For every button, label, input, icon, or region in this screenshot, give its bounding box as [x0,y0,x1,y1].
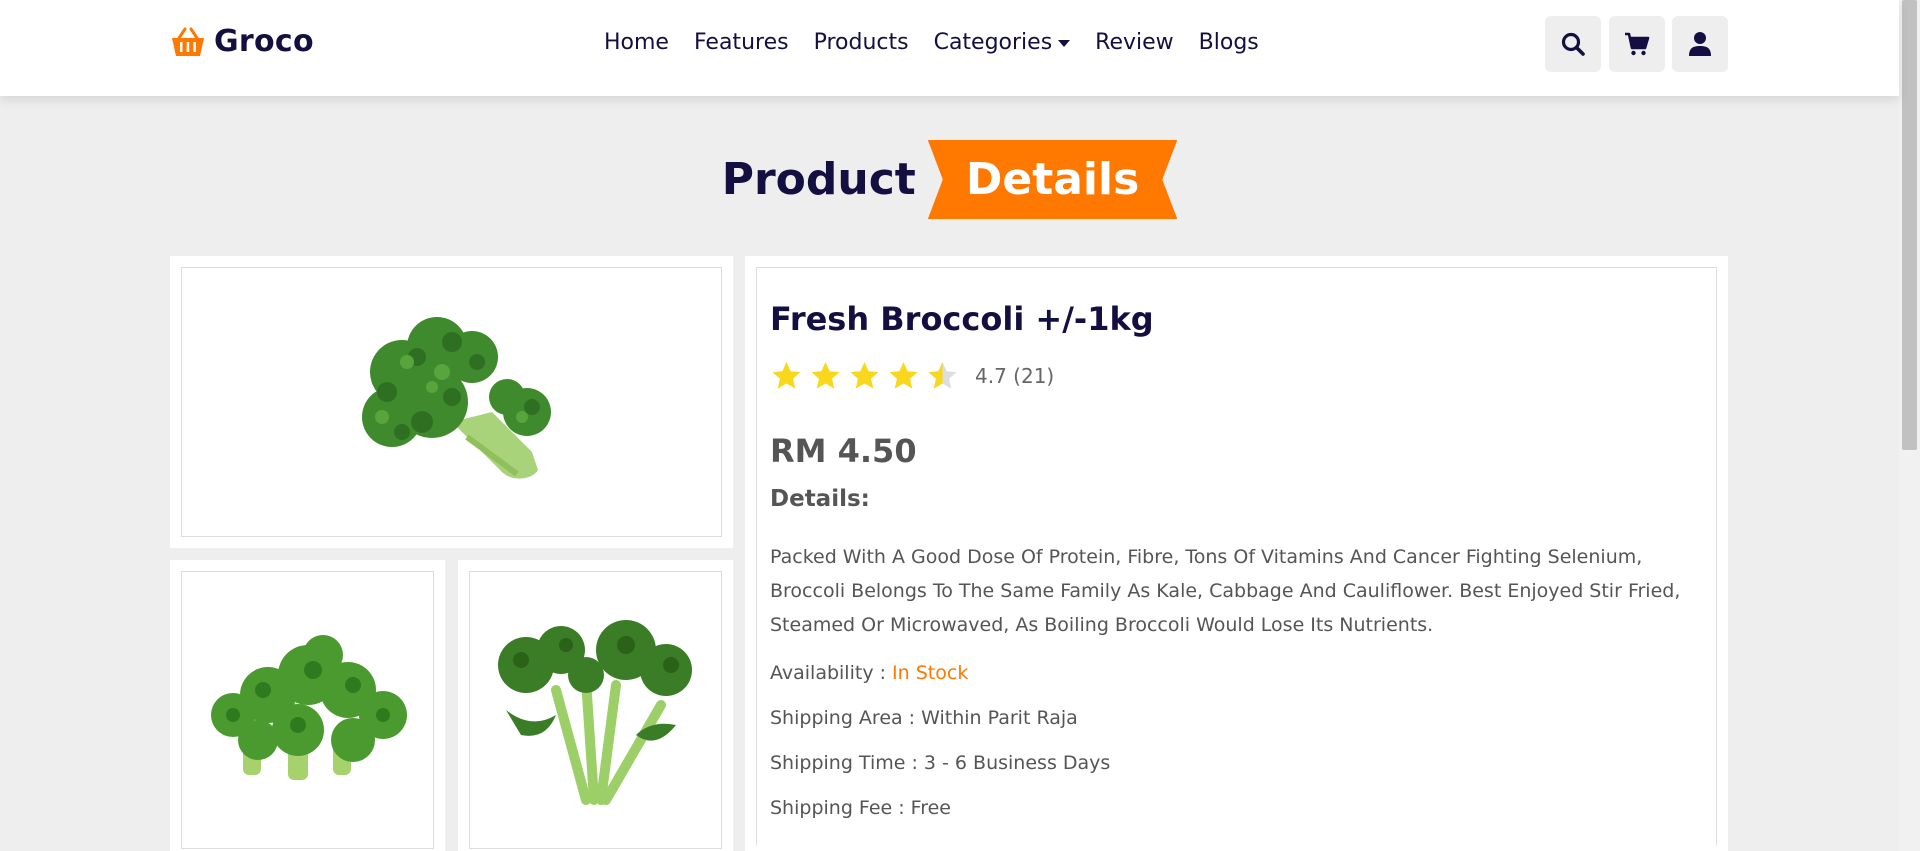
rating-text: 4.7 (21) [975,364,1055,388]
product-price: RM 4.50 [770,432,917,470]
star-half-icon [928,362,957,389]
heading-product: Product [721,154,916,205]
product-info-box: Fresh Broccoli +/-1kg 4.7 (21) RM 4.50 D… [745,256,1728,851]
shipping-time: Shipping Time : 3 - 6 Business Days [770,752,1111,774]
star-icon [811,362,840,389]
main-image-box [170,256,733,548]
star-rating [770,360,959,392]
search-icon [1561,32,1585,56]
nav-home[interactable]: Home [604,30,669,55]
nav-products[interactable]: Products [814,30,909,55]
broccoli-thumb-2[interactable] [486,610,706,810]
broccoli-thumb-1[interactable] [203,620,413,800]
product-description: Packed With A Good Dose Of Protein, Fibr… [770,546,1681,636]
rating-row: 4.7 (21) [770,360,1703,392]
search-button[interactable] [1545,16,1601,72]
site-header: Groco Home Features Products Categories … [0,0,1899,96]
nav-features[interactable]: Features [694,30,789,55]
basket-icon [172,27,204,56]
star-icon [772,362,801,389]
nav-blogs[interactable]: Blogs [1199,30,1259,55]
availability: Availability : In Stock [770,662,1703,684]
cart-icon [1625,32,1650,56]
main-nav: Home Features Products Categories Review… [604,30,1259,55]
caret-down-icon [1058,40,1071,47]
availability-label: Availability : [770,662,893,684]
cart-button[interactable] [1609,16,1665,72]
user-icon [1689,32,1711,56]
logo-text: Groco [214,24,314,59]
thumb-box-1 [170,560,445,851]
shipping-fee: Shipping Fee : Free [770,797,951,819]
scrollbar-thumb[interactable] [1902,0,1917,450]
star-icon [889,362,918,389]
thumb-box-2 [458,560,733,851]
nav-review[interactable]: Review [1095,30,1174,55]
shipping-area: Shipping Area : Within Parit Raja [770,707,1078,729]
nav-categories-label: Categories [933,30,1053,55]
star-icon [850,362,879,389]
broccoli-main-image[interactable] [332,302,572,502]
user-button[interactable] [1672,16,1728,72]
details-label: Details: [770,486,870,512]
product-title: Fresh Broccoli +/-1kg [770,300,1154,338]
availability-status: In Stock [892,662,969,684]
nav-categories[interactable]: Categories [934,30,1071,55]
section-heading: Product Details [0,140,1899,219]
heading-details: Details [927,140,1178,219]
logo-link[interactable]: Groco [170,24,314,59]
